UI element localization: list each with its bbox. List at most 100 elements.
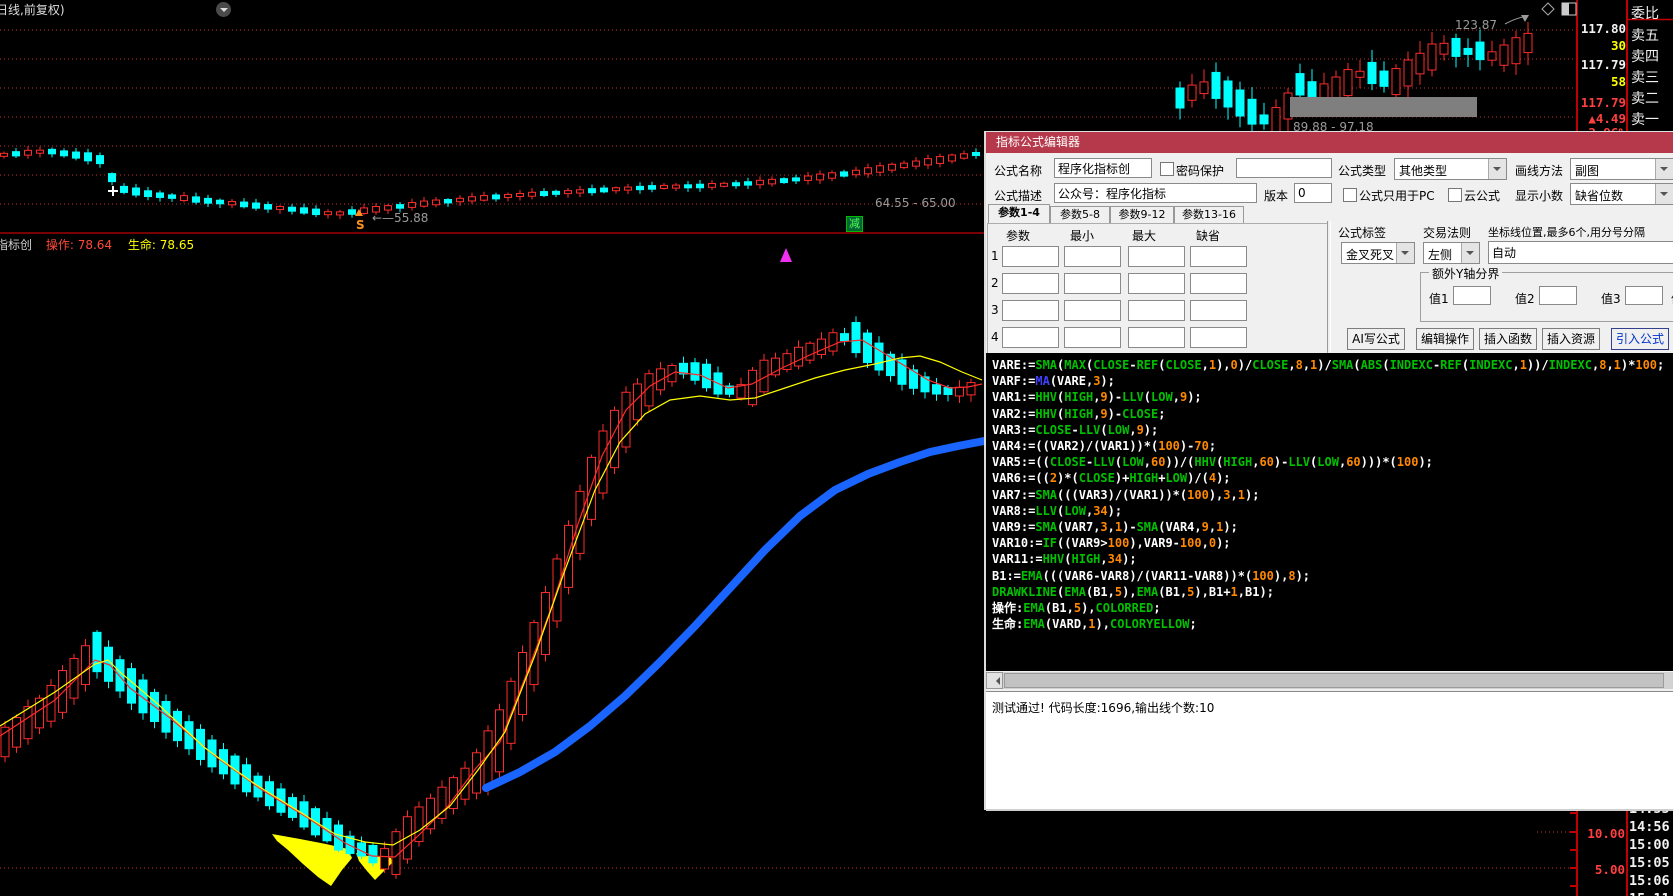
candle-up [877,166,884,172]
param-input[interactable] [1002,327,1059,348]
coord-input[interactable] [1488,241,1673,264]
version-input[interactable] [1294,183,1332,203]
candle-down [852,323,860,353]
candle-down [601,188,608,192]
cloud-checkbox[interactable] [1448,188,1462,202]
dropdown-arrow-icon[interactable] [1488,159,1506,179]
param-input[interactable] [1128,327,1185,348]
formula-name-input[interactable] [1054,158,1152,178]
dialog-title[interactable]: 指标公式编辑器 [986,132,1673,153]
code-line: 操作:EMA(B1,5),COLORRED; [992,600,1673,616]
rule-label: 交易法则 [1423,224,1471,241]
buy-triangle-marker [780,248,792,262]
price-axis-labels: 10.005.00 [1580,810,1625,896]
candle-down [397,205,404,209]
sell-level-label: 卖五 [1631,25,1659,45]
scrollbar-thumb[interactable] [1004,673,1664,688]
password-checkbox[interactable] [1160,162,1174,176]
candle-up [481,196,488,201]
dropdown-arrow-icon[interactable] [1655,184,1673,204]
button-AI写公式[interactable]: AI写公式 [1347,328,1405,350]
tab-参数9-12[interactable]: 参数9-12 [1110,206,1174,223]
formula-code-editor[interactable]: VARE:=SMA(MAX(CLOSE-REF(CLOSE,1),0)/CLOS… [986,353,1673,671]
dialog-bottom-border [986,809,1673,811]
param-input[interactable] [1002,273,1059,294]
dropdown-arrow-icon[interactable] [1396,243,1414,263]
param-input[interactable] [1064,300,1121,321]
candle-down [1380,71,1388,86]
candle-down [1296,74,1304,95]
rule-select[interactable]: 左侧 [1423,242,1480,264]
param-input[interactable] [1064,327,1121,348]
candle-up [829,333,837,351]
pc-only-checkbox[interactable] [1343,188,1357,202]
candle-up [469,197,476,201]
button-引入公式[interactable]: 引入公式 [1611,328,1669,350]
candle-down [1248,99,1256,124]
candle-down [289,207,296,211]
candle-down [116,660,124,691]
tab-参数1-4[interactable]: 参数1-4 [988,204,1050,223]
candle-down [745,182,752,185]
candle-up [24,707,32,739]
candle-down [1368,62,1376,83]
weibi-label: 委比 [1631,3,1659,23]
candle-up [450,778,458,809]
button-插入资源[interactable]: 插入资源 [1542,328,1600,350]
param-input[interactable] [1002,300,1059,321]
button-插入函数[interactable]: 插入函数 [1479,328,1537,350]
param-input[interactable] [1128,273,1185,294]
candle-up [505,194,512,197]
param-input[interactable] [1064,273,1121,294]
candle-up [13,718,21,748]
param-input[interactable] [1064,246,1121,267]
dropdown-arrow-icon[interactable] [1461,243,1479,263]
candle-down [1236,90,1244,116]
candle-up [613,188,620,191]
name-label: 公式名称 [994,162,1042,179]
param-input[interactable] [1190,246,1247,267]
tab-参数5-8[interactable]: 参数5-8 [1050,206,1110,223]
code-line: VAR7:=SMA(((VAR3)/(VAR1))*(100),3,1); [992,487,1673,503]
param-input[interactable] [1190,327,1247,348]
param-input[interactable] [1128,246,1185,267]
draw-method-select[interactable]: 副图 [1570,158,1673,180]
decimal-label: 显示小数 [1515,187,1563,204]
param-header: 最小 [1070,227,1094,244]
candle-up [37,150,44,153]
dropdown-arrow-icon[interactable] [1655,159,1673,179]
param-input[interactable] [1128,300,1185,321]
param-input[interactable] [1190,273,1247,294]
tag-select[interactable]: 金叉死叉 [1341,242,1415,264]
op-label: 操作: [46,238,74,252]
candle-up [1500,45,1508,65]
v2-input[interactable] [1539,286,1577,305]
split-window-icon-fill [1562,3,1569,15]
param-input[interactable] [1190,300,1247,321]
v2-label: 值2 [1515,290,1535,307]
button-编辑操作[interactable]: 编辑操作 [1416,328,1474,350]
quote-value: 117.80 [1580,21,1626,36]
candle-up [565,191,572,194]
candle-up [721,183,728,186]
horizontal-scrollbar[interactable] [986,672,1673,689]
candle-up [625,187,632,190]
candle-up [1440,43,1448,54]
formula-type-select[interactable]: 其他类型 [1394,158,1507,180]
candle-down [1260,115,1268,124]
range-slider[interactable] [1290,97,1477,117]
tab-参数13-16[interactable]: 参数13-16 [1174,206,1244,223]
decimal-select[interactable]: 缺省位数 [1570,183,1673,205]
formula-desc-input[interactable] [1054,183,1257,203]
param-input[interactable] [1002,246,1059,267]
scroll-left-icon[interactable] [986,672,1003,689]
candle-up [925,159,932,165]
candle-down [1224,81,1232,107]
v1-input[interactable] [1453,286,1491,305]
divider [1327,221,1331,352]
v3-input[interactable] [1625,286,1663,305]
code-line: VAR2:=HHV(HIGH,9)-CLOSE; [992,406,1673,422]
chevron-down-icon[interactable] [216,2,231,17]
candle-down [589,189,596,193]
password-input[interactable] [1236,158,1332,178]
